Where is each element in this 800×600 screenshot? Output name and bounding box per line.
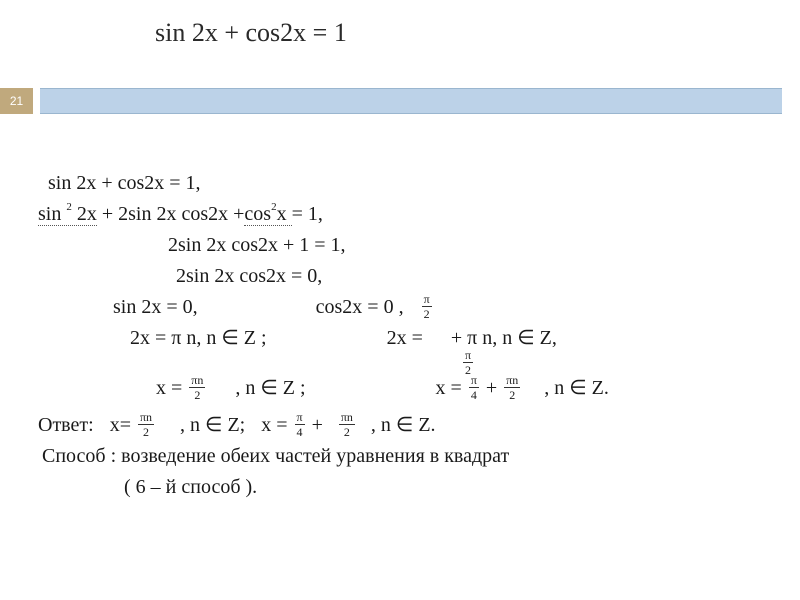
slide-number-badge: 21 [0, 88, 33, 114]
slide-body: sin 2x + cos2x = 1, sin 2 2x + 2sin 2x c… [48, 168, 776, 503]
frac-pin-2-icon: πn2 [339, 411, 355, 438]
answer-line: Ответ: x= πn2 , n ∈ Z; x = π4 + πn2 , n … [38, 410, 776, 441]
slide-title: sin 2x + cos2x = 1 [155, 18, 347, 48]
frac-pin-2-icon: πn2 [189, 374, 205, 401]
method-line-1: Способ : возведение обеих частей уравнен… [42, 441, 776, 472]
frac-pi-4-icon: π4 [295, 411, 305, 438]
decorative-band [40, 88, 782, 114]
method-line-2: ( 6 – й способ ). [48, 472, 776, 503]
line-2: sin 2 2x + 2sin 2x cos2x +cos2x = 1, [38, 199, 776, 230]
frac-pin-2-icon: πn2 [138, 411, 154, 438]
line-1: sin 2x + cos2x = 1, [48, 168, 776, 199]
frac-pi-2-icon: π2 [463, 349, 473, 376]
line-5: sin 2x = 0, cos2x = 0 , π2 [48, 292, 776, 323]
frac-pi-4-icon: π4 [469, 374, 479, 401]
line-7: x = πn2 , n ∈ Z ; x = π4 + πn2 , n ∈ Z. [48, 373, 776, 404]
frac-pin-2-icon: πn2 [504, 374, 520, 401]
line-3: 2sin 2x cos2x + 1 = 1, [48, 230, 776, 261]
frac-pi-2-icon: π2 [422, 293, 432, 320]
line-4: 2sin 2x cos2x = 0, [48, 261, 776, 292]
